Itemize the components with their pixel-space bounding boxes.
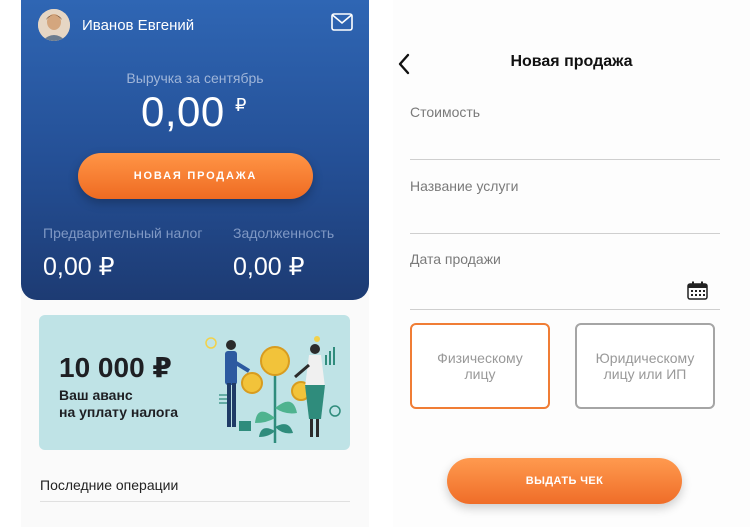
revenue-panel: Иванов Евгений Выручка за сентябрь 0,00 … [21,0,369,300]
debt-label: Задолженность [233,225,335,241]
individual-client-option[interactable]: Физическому лицу [410,323,550,409]
individual-client-label: Физическому лицу [437,350,523,382]
recent-operations-title: Последние операции [40,477,179,493]
user-name: Иванов Евгений [82,17,195,34]
money-tree-illustration [205,336,341,443]
divider [40,501,350,502]
issue-receipt-button[interactable]: ВЫДАТЬ ЧЕК [447,458,682,504]
revenue-currency: ₽ [235,95,247,115]
calendar-icon[interactable] [687,281,708,305]
envelope-icon[interactable] [331,13,353,36]
user-avatar[interactable] [38,9,70,41]
sale-date-input[interactable] [410,309,720,310]
legal-client-option[interactable]: Юридическому лицу или ИП [575,323,715,409]
new-sale-button[interactable]: НОВАЯ ПРОДАЖА [78,153,313,199]
page-title: Новая продажа [510,53,633,70]
debt-value: 0,00 ₽ [233,253,305,281]
service-name-field-label: Название услуги [410,178,519,194]
promo-amount: 10 000 ₽ [59,352,172,383]
sale-date-field-label: Дата продажи [410,251,501,267]
tax-label: Предварительный налог [43,225,203,241]
legal-client-label: Юридическому лицу или ИП [595,350,695,382]
service-name-input[interactable] [410,233,720,234]
tax-advance-banner[interactable]: 10 000 ₽ Ваш аванс на уплату налога [39,315,350,450]
cost-input[interactable] [410,159,720,160]
revenue-amount: 0,00 [141,88,225,135]
home-screen: Иванов Евгений Выручка за сентябрь 0,00 … [21,0,369,527]
revenue-label: Выручка за сентябрь [126,70,264,86]
tax-value: 0,00 ₽ [43,253,115,281]
promo-text-line1: Ваш аванс [59,387,133,403]
cost-field-label: Стоимость [410,104,481,120]
promo-text-line2: на уплату налога [59,404,179,420]
new-sale-screen: Новая продажа Стоимость Название услуги … [393,0,750,527]
